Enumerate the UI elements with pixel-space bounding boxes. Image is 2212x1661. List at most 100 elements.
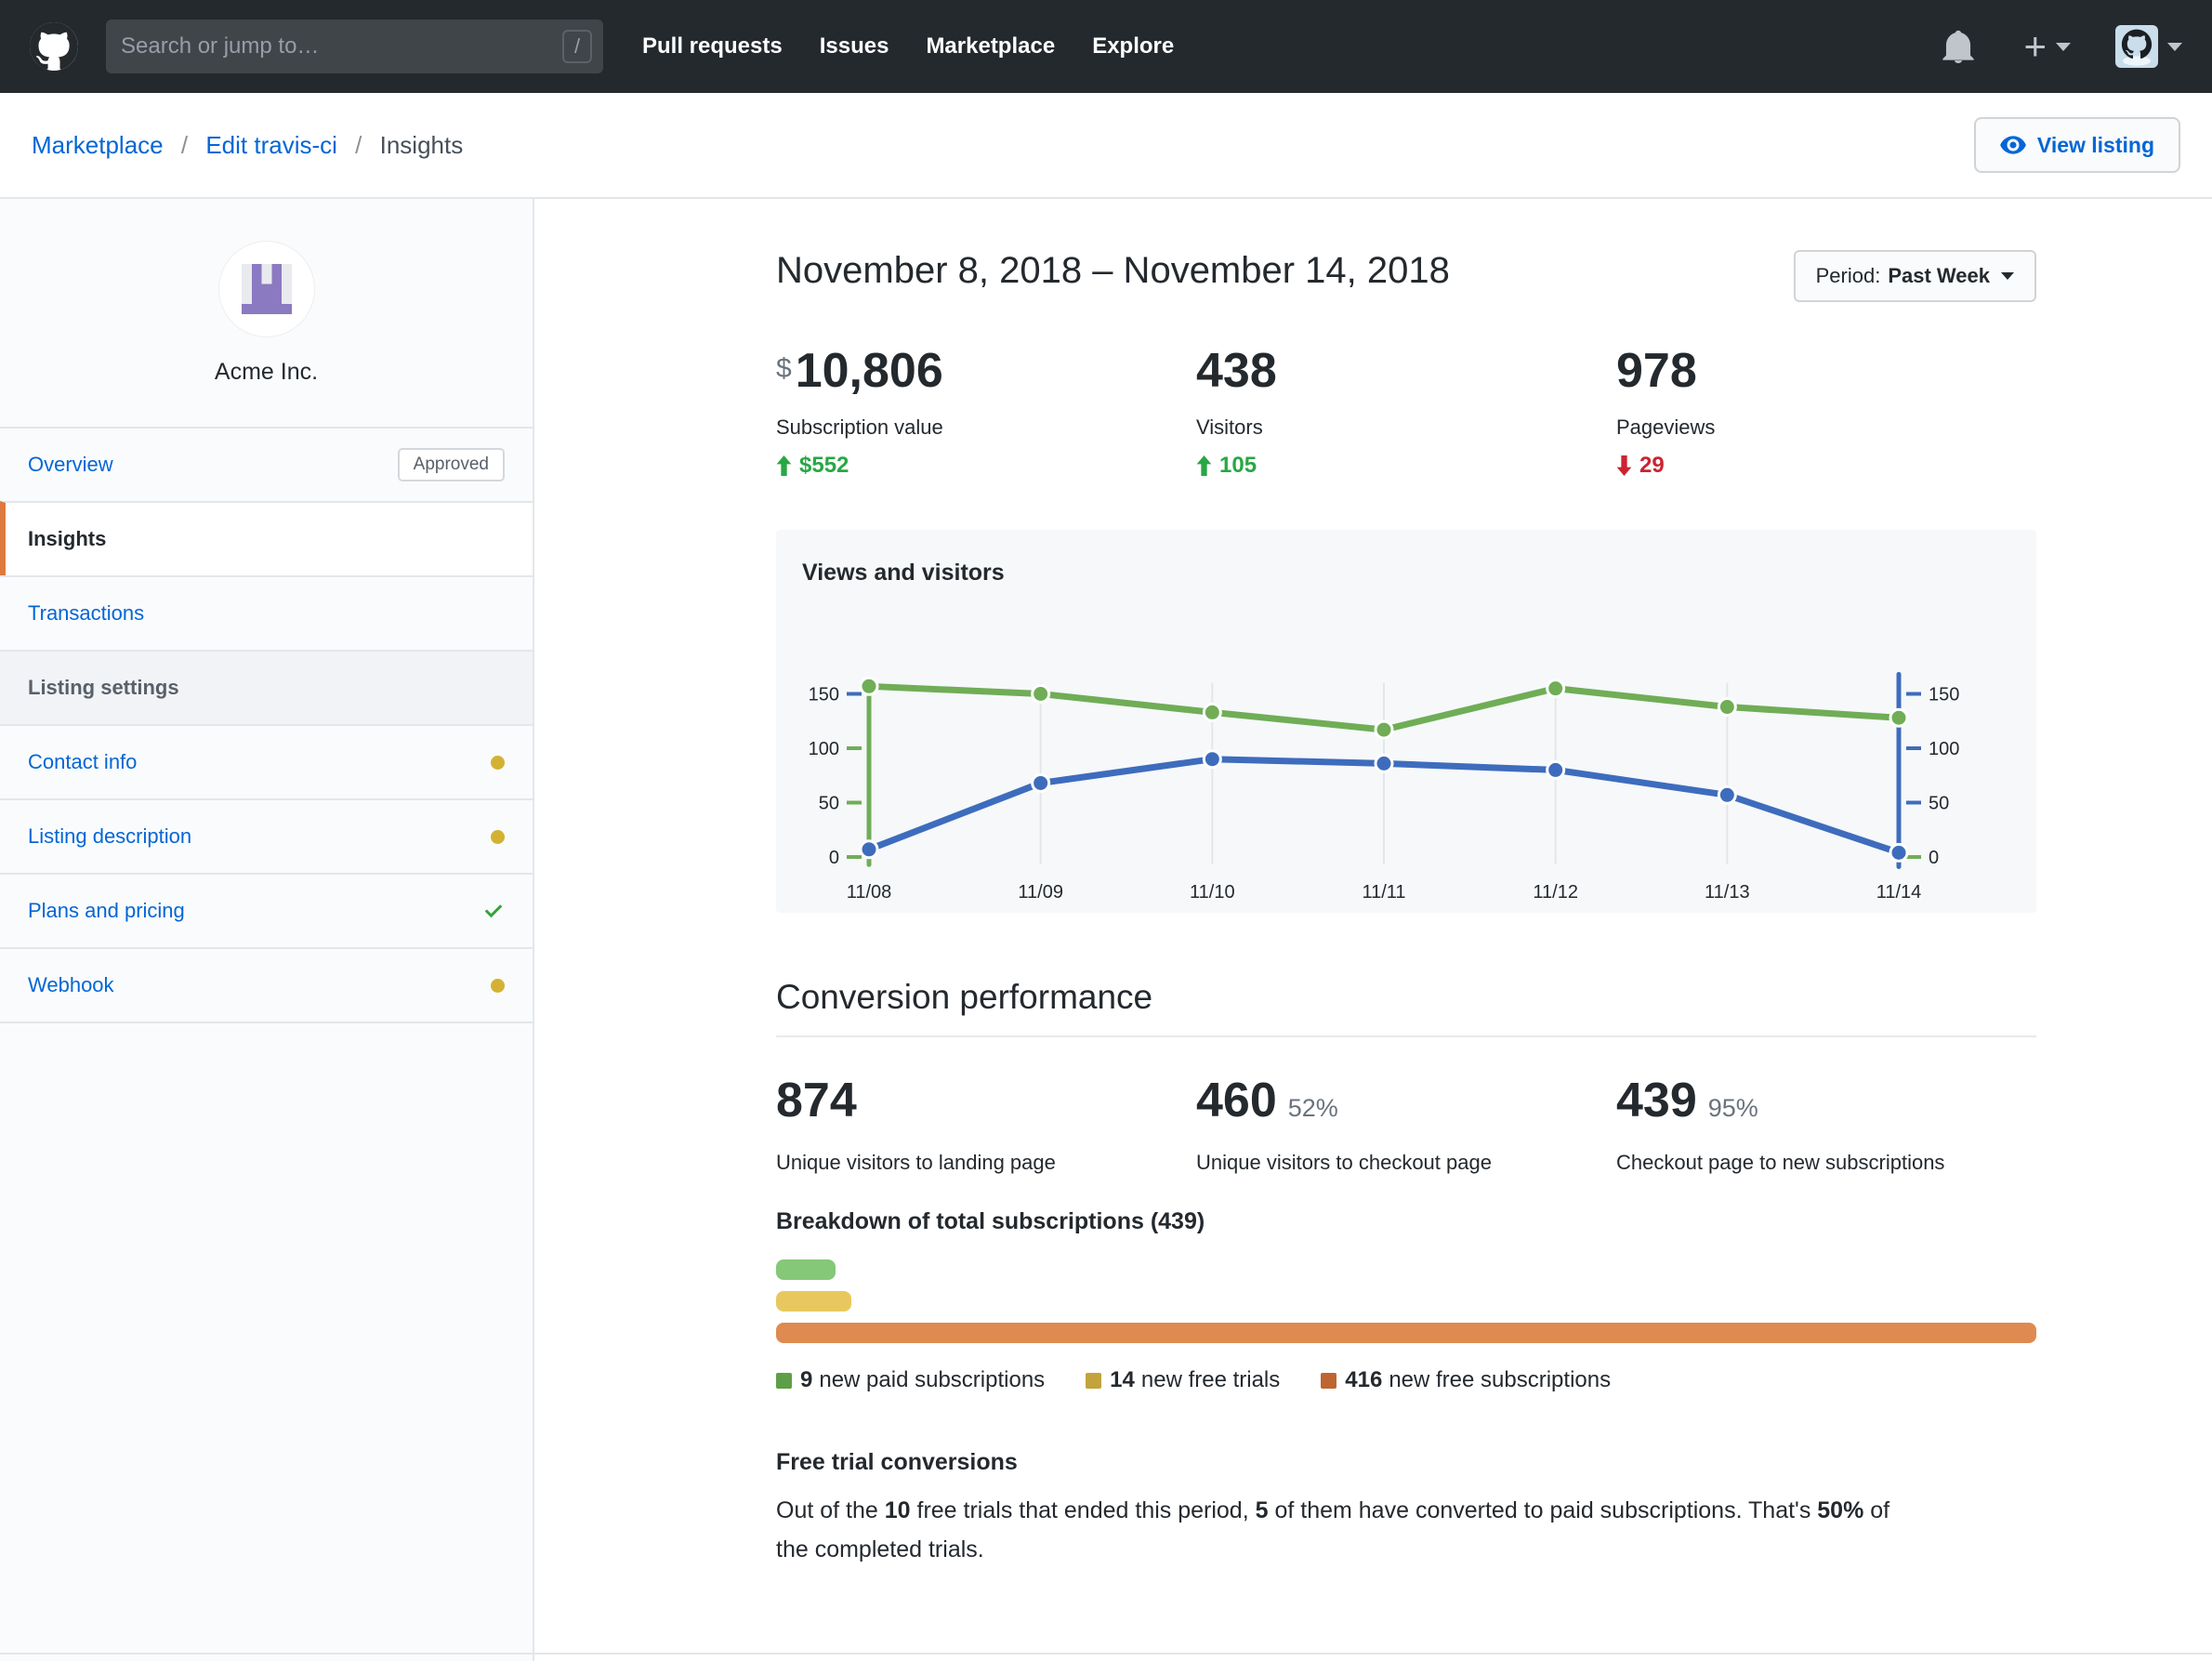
sidebar-item-label[interactable]: Listing description	[28, 824, 191, 849]
chevron-down-icon	[2001, 272, 2014, 280]
legend-item-paid: 9 new paid subscriptions	[776, 1367, 1045, 1393]
org-name: Acme Inc.	[214, 359, 319, 385]
global-search[interactable]: /	[106, 20, 603, 73]
svg-text:50: 50	[819, 794, 839, 814]
conv-label: Unique visitors to landing page	[776, 1151, 1056, 1174]
user-menu[interactable]	[2115, 25, 2182, 68]
svg-text:150: 150	[809, 685, 839, 705]
create-new-menu[interactable]: +	[2023, 27, 2071, 66]
sidebar-item-overview[interactable]: Overview Approved	[0, 427, 533, 501]
org-identicon-icon	[241, 264, 292, 314]
stat-label: Subscription value	[776, 415, 943, 439]
sidebar-item-label[interactable]: Contact info	[28, 750, 137, 774]
sidebar-item-contact-info[interactable]: Contact info	[0, 724, 533, 798]
pending-dot-icon	[491, 829, 505, 844]
conv-number: 874	[776, 1074, 857, 1127]
delta-value: $552	[799, 453, 849, 478]
period-label: Period:	[1815, 264, 1881, 287]
sidebar-item-label[interactable]: Plans and pricing	[28, 899, 185, 923]
org-avatar	[218, 242, 314, 336]
delta-value: 29	[1639, 453, 1665, 478]
svg-text:100: 100	[809, 739, 839, 759]
svg-text:100: 100	[1929, 739, 1959, 759]
nav-pull-requests[interactable]: Pull requests	[642, 33, 783, 59]
sidebar-item-transactions[interactable]: Transactions	[0, 575, 533, 650]
conv-label: Unique visitors to checkout page	[1196, 1151, 1492, 1174]
arrow-down-icon	[1616, 455, 1632, 476]
views-visitors-chart: Views and visitors 0 0 50 50 100 100 150 150 11/…	[776, 530, 2036, 913]
github-logo-icon[interactable]	[30, 22, 78, 71]
stat-label: Pageviews	[1616, 415, 1716, 439]
free-trial-text: Out of the 10 free trials that ended thi…	[776, 1497, 1890, 1562]
breadcrumb-marketplace[interactable]: Marketplace	[32, 131, 164, 159]
breakdown-heading: Breakdown of total subscriptions (439)	[776, 1208, 1205, 1234]
bottom-divider	[0, 1653, 2212, 1654]
sidebar-item-label[interactable]: Webhook	[28, 973, 114, 997]
date-range-title: November 8, 2018 – November 14, 2018	[776, 250, 1450, 291]
breakdown-legend: 9 new paid subscriptions 14 new free tri…	[776, 1367, 2036, 1393]
conv-value: 460 52%	[1196, 1076, 1616, 1125]
sidebar-item-webhook[interactable]: Webhook	[0, 947, 533, 1022]
sidebar-nav: Overview Approved Insights Transactions …	[0, 427, 533, 1023]
user-avatar	[2115, 25, 2158, 68]
slash-shortcut-key: /	[562, 30, 592, 63]
legend-label: new paid subscriptions	[819, 1367, 1046, 1392]
legend-label: new free subscriptions	[1389, 1367, 1612, 1392]
stat-value: $10,806	[776, 347, 1196, 395]
stat-value: 438	[1196, 347, 1616, 395]
date-row: November 8, 2018 – November 14, 2018 Per…	[776, 250, 2036, 302]
sidebar-item-listing-description[interactable]: Listing description	[0, 798, 533, 873]
svg-text:11/11: 11/11	[1362, 882, 1405, 903]
notifications-bell-icon[interactable]	[1942, 30, 1975, 63]
svg-text:11/14: 11/14	[1876, 882, 1922, 903]
free-trial-heading: Free trial conversions	[776, 1449, 1018, 1475]
svg-text:11/12: 11/12	[1533, 882, 1578, 903]
legend-swatch-yellow	[1086, 1372, 1102, 1389]
search-input[interactable]	[121, 33, 562, 59]
org-block: Acme Inc.	[0, 199, 533, 427]
chart-title: Views and visitors	[802, 560, 1005, 586]
nav-issues[interactable]: Issues	[820, 33, 889, 59]
bar-free-subscriptions	[776, 1323, 2036, 1343]
stat-number: 978	[1616, 344, 1697, 398]
github-marketplace-insights-page: / Pull requests Issues Marketplace Explo…	[0, 0, 2212, 1661]
top-header: / Pull requests Issues Marketplace Explo…	[0, 0, 2212, 93]
conv-percent: 95%	[1707, 1094, 1758, 1122]
breadcrumb-separator: /	[180, 130, 189, 159]
breadcrumb-separator: /	[355, 130, 362, 159]
svg-text:150: 150	[1929, 685, 1959, 705]
legend-label: new free trials	[1140, 1367, 1281, 1392]
arrow-up-icon	[1196, 455, 1212, 476]
stat-delta: $552	[776, 453, 1196, 479]
conv-value: 439 95%	[1616, 1076, 2036, 1125]
svg-text:11/10: 11/10	[1190, 882, 1235, 903]
conversion-stats: 874 Unique visitors to landing page 460 5…	[776, 1076, 2036, 1175]
svg-text:0: 0	[1929, 848, 1939, 868]
view-listing-button[interactable]: View listing	[1973, 117, 2180, 173]
stat-label: Visitors	[1196, 415, 1263, 439]
summary-stats: $10,806 Subscription value $552 438 Visi…	[776, 347, 2036, 479]
sidebar-item-label[interactable]: Overview	[28, 453, 113, 477]
sidebar-item-plans-and-pricing[interactable]: Plans and pricing	[0, 873, 533, 947]
conv-stat-subscriptions: 439 95% Checkout page to new subscription…	[1616, 1076, 2036, 1175]
stat-delta: 105	[1196, 453, 1616, 479]
sidebar-item-insights[interactable]: Insights	[0, 501, 533, 575]
legend-count: 9	[800, 1367, 813, 1392]
nav-explore[interactable]: Explore	[1092, 33, 1174, 59]
period-select[interactable]: Period: Past Week	[1793, 250, 2036, 302]
conv-label: Checkout page to new subscriptions	[1616, 1151, 1945, 1174]
legend-item-free: 416 new free subscriptions	[1321, 1367, 1611, 1393]
svg-text:11/08: 11/08	[847, 882, 892, 903]
stat-subscription-value: $10,806 Subscription value $552	[776, 347, 1196, 479]
conv-number: 460	[1196, 1074, 1277, 1127]
nav-marketplace[interactable]: Marketplace	[926, 33, 1055, 59]
check-icon	[484, 904, 503, 918]
breadcrumb-bar: Marketplace / Edit travis-ci / Insights …	[0, 93, 2212, 199]
approved-badge: Approved	[397, 448, 505, 481]
sidebar-group-listing-settings: Listing settings	[0, 650, 533, 724]
eye-icon	[2000, 136, 2026, 154]
view-listing-label: View listing	[2036, 132, 2154, 157]
legend-swatch-orange	[1321, 1372, 1337, 1389]
sidebar-item-label[interactable]: Transactions	[28, 601, 144, 626]
breadcrumb-edit-listing[interactable]: Edit travis-ci	[205, 131, 337, 159]
